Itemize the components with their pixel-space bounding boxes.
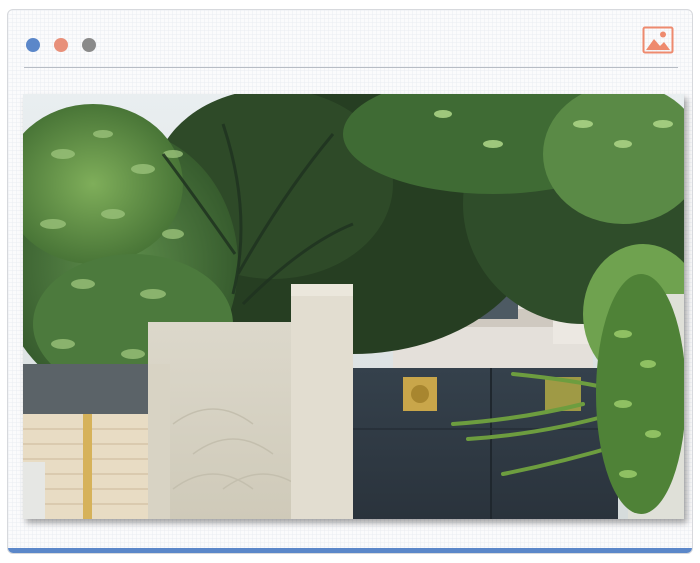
- photo: [23, 94, 684, 519]
- window-dot-salmon: [54, 38, 68, 52]
- accent-bar: [8, 548, 692, 553]
- window-dot-gray: [82, 38, 96, 52]
- window-dot-blue: [26, 38, 40, 52]
- photo-wall-pillar: [291, 284, 353, 519]
- image-card: [7, 9, 693, 554]
- image-icon: [642, 26, 674, 54]
- header-divider: [24, 67, 678, 68]
- photo-gate: [353, 368, 618, 519]
- photo-left-building: [23, 364, 148, 519]
